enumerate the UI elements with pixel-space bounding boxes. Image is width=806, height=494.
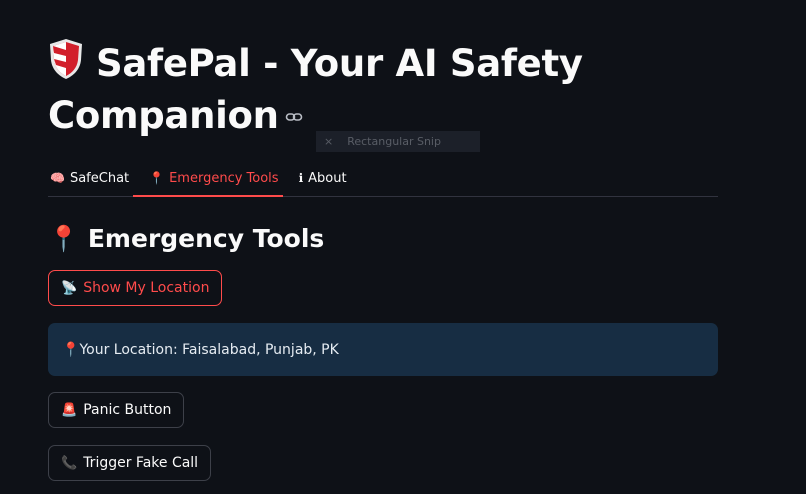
page-title: SafePal - Your AI Safety Companion <box>48 38 608 141</box>
tab-bar: 🧠 SafeChat 📍 Emergency Tools ℹ About <box>48 160 718 197</box>
siren-icon: 🚨 <box>61 402 78 418</box>
snip-label: Rectangular Snip <box>347 135 441 148</box>
shield-icon <box>48 38 84 80</box>
app-page: SafePal - Your AI Safety Companion 🧠 Saf… <box>0 0 806 494</box>
page-title-text: SafePal - Your AI Safety Companion <box>48 42 583 137</box>
phone-icon: 📞 <box>61 455 78 471</box>
button-label: Panic Button <box>83 402 172 418</box>
tab-label: About <box>308 170 347 186</box>
location-info-box: 📍 Your Location: Faisalabad, Punjab, PK <box>48 323 718 376</box>
snip-toolbar-overlay[interactable]: × Rectangular Snip <box>316 131 480 152</box>
section-heading-text: Emergency Tools <box>87 224 325 253</box>
fake-call-button[interactable]: 📞 Trigger Fake Call <box>48 445 212 481</box>
location-text: Your Location: Faisalabad, Punjab, PK <box>79 341 339 358</box>
pin-icon: 📍 <box>48 224 80 253</box>
pin-icon: 📍 <box>62 341 80 358</box>
info-icon: ℹ <box>298 171 304 185</box>
close-icon[interactable]: × <box>324 135 333 148</box>
pin-icon: 📍 <box>149 171 165 185</box>
tab-label: Emergency Tools <box>169 170 279 186</box>
section-heading: 📍 Emergency Tools <box>48 222 324 256</box>
tab-label: SafeChat <box>69 170 130 186</box>
show-location-button[interactable]: 📡 Show My Location <box>48 270 223 306</box>
button-label: Show My Location <box>83 280 210 296</box>
panic-button[interactable]: 🚨 Panic Button <box>48 392 185 428</box>
tab-safechat[interactable]: 🧠 SafeChat <box>48 160 131 196</box>
brain-icon: 🧠 <box>50 171 65 185</box>
link-icon[interactable] <box>285 89 303 121</box>
button-label: Trigger Fake Call <box>83 455 199 471</box>
tab-emergency-tools[interactable]: 📍 Emergency Tools <box>133 160 284 197</box>
tab-about[interactable]: ℹ About <box>297 160 349 196</box>
satellite-dish-icon: 📡 <box>61 280 78 296</box>
